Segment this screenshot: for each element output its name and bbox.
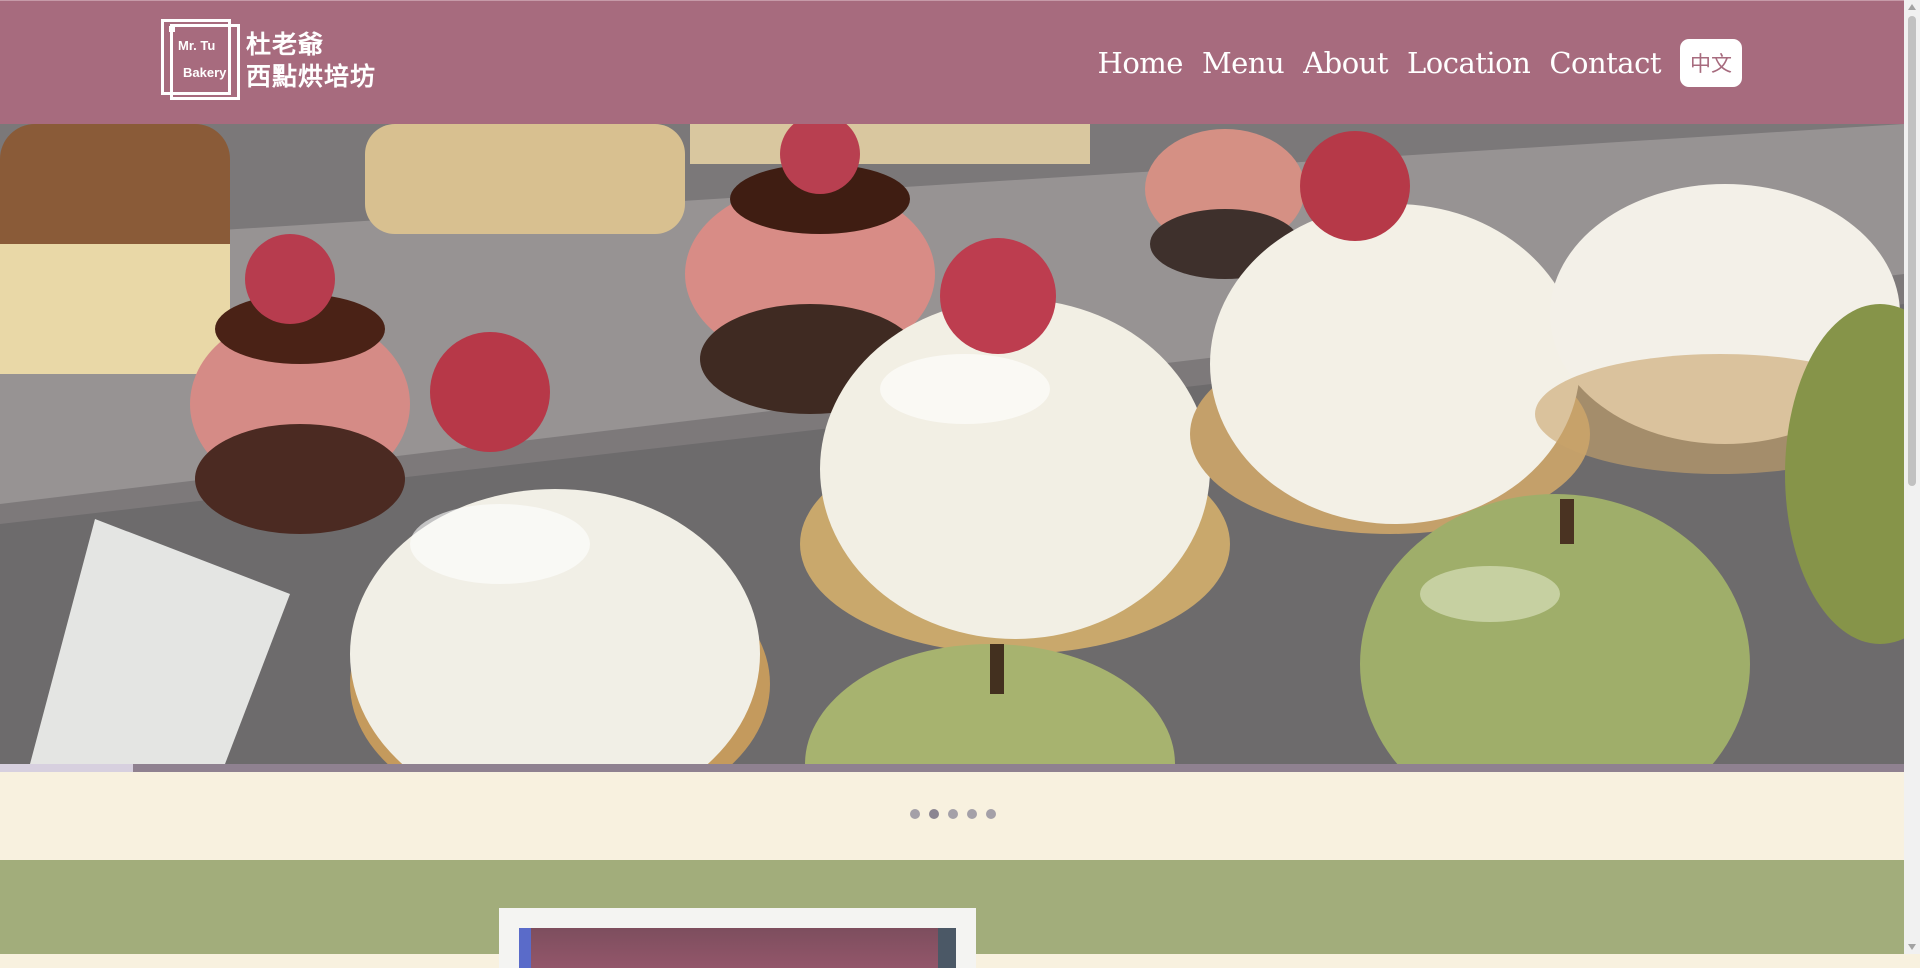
slide-dot-4[interactable] — [967, 809, 977, 819]
featured-photo-card[interactable] — [499, 908, 976, 968]
scroll-up-arrow-icon[interactable] — [1908, 4, 1916, 10]
scrollbar-thumb[interactable] — [1908, 16, 1916, 486]
site-header: Mr. Tu Bakery 杜老爺 西點烘培坊 Home Menu About … — [0, 0, 1904, 124]
logo-text-zh-line2: 西點烘培坊 — [246, 62, 377, 91]
featured-section — [0, 860, 1904, 968]
scroll-down-arrow-icon[interactable] — [1908, 944, 1916, 950]
logo-frame-icon — [170, 24, 240, 100]
bakery-logo[interactable]: Mr. Tu Bakery 杜老爺 西點烘培坊 — [161, 19, 391, 101]
slideshow-pagination — [0, 772, 1904, 860]
slide-dot-1[interactable] — [910, 809, 920, 819]
logo-text-zh-line1: 杜老爺 — [246, 30, 325, 59]
nav-link-menu[interactable]: Menu — [1202, 46, 1285, 80]
page-scrollbar[interactable] — [1904, 0, 1920, 954]
nav-link-location[interactable]: Location — [1407, 46, 1531, 80]
slideshow-progress-fill — [0, 764, 134, 772]
logo-text-en-line2: Bakery — [183, 65, 227, 80]
hero-slideshow-image[interactable] — [0, 124, 1904, 764]
main-navigation: Home Menu About Location Contact 中文 — [1079, 39, 1742, 87]
language-toggle-button[interactable]: 中文 — [1680, 39, 1742, 87]
nav-link-about[interactable]: About — [1303, 46, 1388, 80]
pastry-display-photo — [0, 124, 1904, 764]
slideshow-progress-bar — [0, 764, 1904, 772]
logo-corner-mark-icon — [169, 26, 175, 32]
slide-dot-5[interactable] — [986, 809, 996, 819]
slide-dot-2[interactable] — [929, 809, 939, 819]
logo-text-en-line1: Mr. Tu — [178, 38, 216, 53]
slide-dot-3[interactable] — [948, 809, 958, 819]
nav-link-contact[interactable]: Contact — [1549, 46, 1661, 80]
featured-photo — [519, 928, 956, 968]
nav-link-home[interactable]: Home — [1098, 46, 1184, 80]
